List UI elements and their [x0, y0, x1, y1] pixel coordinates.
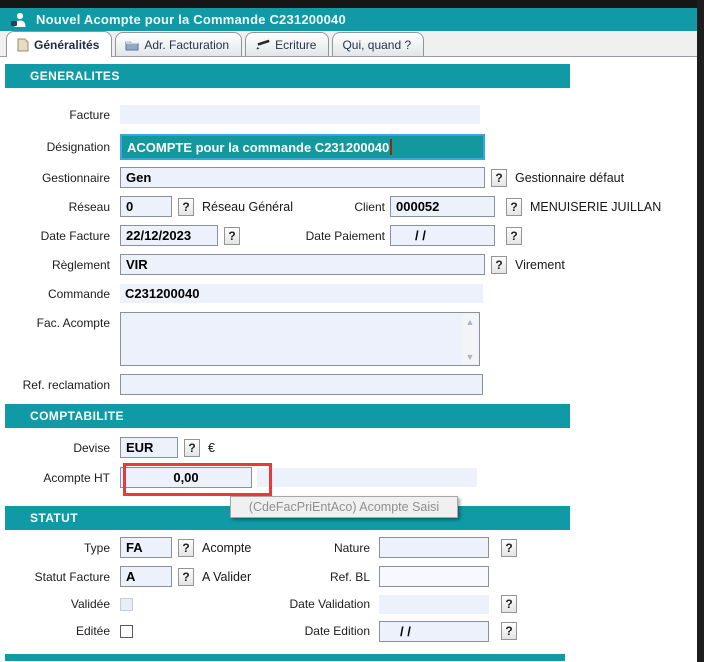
tab-label: Ecriture	[275, 38, 316, 52]
statut-facture-label: Statut Facture	[0, 570, 120, 584]
reseau-help-button[interactable]: ?	[178, 198, 194, 216]
designation-field[interactable]: ACOMPTE pour la commande C231200040	[120, 134, 485, 160]
designation-selected-text: ACOMPTE pour la commande C231200040	[127, 140, 389, 155]
acompte-ht-field[interactable]: 0,00	[120, 467, 252, 488]
form-area: GENERALITES Facture Désignation ACOMPTE …	[0, 58, 697, 662]
tab-generalites[interactable]: Généralités	[6, 31, 112, 57]
date-validation-help-button[interactable]: ?	[501, 595, 517, 613]
date-validation-label: Date Validation	[230, 597, 370, 611]
gestionnaire-help-button[interactable]: ?	[491, 169, 507, 187]
reglement-suffix: Virement	[515, 258, 565, 272]
section-title: GENERALITES	[30, 69, 120, 83]
tab-adr-facturation[interactable]: Adr. Facturation	[115, 32, 242, 56]
type-help-button[interactable]: ?	[178, 539, 194, 557]
facture-field[interactable]	[120, 105, 480, 124]
date-facture-help-button[interactable]: ?	[224, 227, 240, 245]
client-suffix: MENUISERIE JUILLAN	[530, 200, 661, 214]
note-icon	[16, 38, 29, 52]
devise-label: Devise	[0, 441, 120, 455]
scroll-up-icon[interactable]: ▲	[462, 314, 478, 329]
statut-facture-help-button[interactable]: ?	[178, 568, 194, 586]
statut-facture-field[interactable]: A	[120, 566, 172, 587]
tab-label: Adr. Facturation	[144, 38, 229, 52]
section-title: COMPTABILITE	[30, 409, 124, 423]
commande-label: Commande	[0, 287, 120, 301]
nature-label: Nature	[230, 541, 370, 555]
window-title: Nouvel Acompte pour la Commande C2312000…	[36, 12, 346, 27]
date-paiement-label: Date Paiement	[240, 229, 385, 243]
folder-icon	[125, 39, 139, 51]
ref-reclamation-label: Ref. reclamation	[0, 378, 120, 392]
devise-suffix: €	[208, 441, 215, 455]
type-label: Type	[0, 541, 120, 555]
text-caret	[390, 139, 392, 155]
tab-ecriture[interactable]: Ecriture	[245, 32, 329, 56]
fac-acompte-label: Fac. Acompte	[0, 312, 120, 330]
editee-checkbox[interactable]	[120, 625, 133, 638]
date-edition-label: Date Edition	[230, 624, 370, 638]
tab-qui-quand[interactable]: Qui, quand ?	[332, 32, 424, 56]
nature-help-button[interactable]: ?	[501, 539, 517, 557]
reseau-field[interactable]: 0	[120, 196, 172, 217]
ref-bl-field[interactable]	[379, 566, 489, 587]
tooltip: (CdeFacPriEntAco) Acompte Saisi	[230, 496, 458, 518]
section-header-comptabilite: COMPTABILITE	[5, 404, 570, 428]
date-paiement-help-button[interactable]: ?	[506, 227, 522, 245]
date-edition-help-button[interactable]: ?	[501, 622, 517, 640]
client-field[interactable]: 000052	[390, 196, 495, 217]
gestionnaire-label: Gestionnaire	[0, 171, 120, 185]
commande-field: C231200040	[120, 284, 483, 303]
window-top-edge	[0, 0, 704, 8]
facture-label: Facture	[0, 108, 120, 122]
pencil-icon	[255, 39, 270, 51]
tab-label: Qui, quand ?	[342, 38, 411, 52]
acompte-ht-label: Acompte HT	[0, 471, 120, 485]
window: Nouvel Acompte pour la Commande C2312000…	[0, 0, 704, 662]
editee-label: Editée	[0, 624, 120, 638]
scrollbar[interactable]: ▲ ▼	[462, 314, 478, 364]
type-field[interactable]: FA	[120, 537, 172, 558]
validee-label: Validée	[0, 597, 120, 611]
acompte-ht-extra-field	[257, 468, 477, 487]
client-help-button[interactable]: ?	[506, 198, 522, 216]
validee-checkbox	[120, 598, 133, 611]
user-icon	[10, 12, 27, 27]
devise-field[interactable]: EUR	[120, 437, 178, 458]
date-facture-label: Date Facture	[0, 229, 120, 243]
section-title: STATUT	[30, 511, 78, 525]
gestionnaire-field[interactable]: Gen	[120, 167, 485, 188]
devise-help-button[interactable]: ?	[184, 439, 200, 457]
fac-acompte-textarea[interactable]: ▲ ▼	[120, 312, 480, 366]
reglement-label: Règlement	[0, 258, 120, 272]
next-section-header-partial	[5, 654, 565, 661]
client-label: Client	[240, 200, 385, 214]
reseau-label: Réseau	[0, 200, 120, 214]
date-edition-field[interactable]: / /	[379, 621, 489, 642]
ref-bl-label: Ref. BL	[230, 570, 370, 584]
tab-bar: Généralités Adr. Facturation Ecriture Qu…	[0, 31, 697, 57]
section-header-generalites: GENERALITES	[5, 64, 570, 88]
nature-field[interactable]	[379, 537, 489, 558]
reglement-help-button[interactable]: ?	[491, 256, 507, 274]
date-validation-field	[379, 595, 489, 614]
ref-reclamation-field[interactable]	[120, 374, 483, 395]
title-bar: Nouvel Acompte pour la Commande C2312000…	[0, 8, 697, 31]
date-paiement-field[interactable]: / /	[390, 225, 495, 246]
scroll-down-icon[interactable]: ▼	[462, 349, 478, 364]
designation-label: Désignation	[0, 140, 120, 154]
date-facture-field[interactable]: 22/12/2023	[120, 225, 218, 246]
tooltip-text: (CdeFacPriEntAco) Acompte Saisi	[249, 500, 439, 514]
reglement-field[interactable]: VIR	[120, 254, 485, 275]
tab-label: Généralités	[34, 38, 99, 52]
gestionnaire-suffix: Gestionnaire défaut	[515, 171, 624, 185]
window-right-edge	[697, 0, 704, 662]
